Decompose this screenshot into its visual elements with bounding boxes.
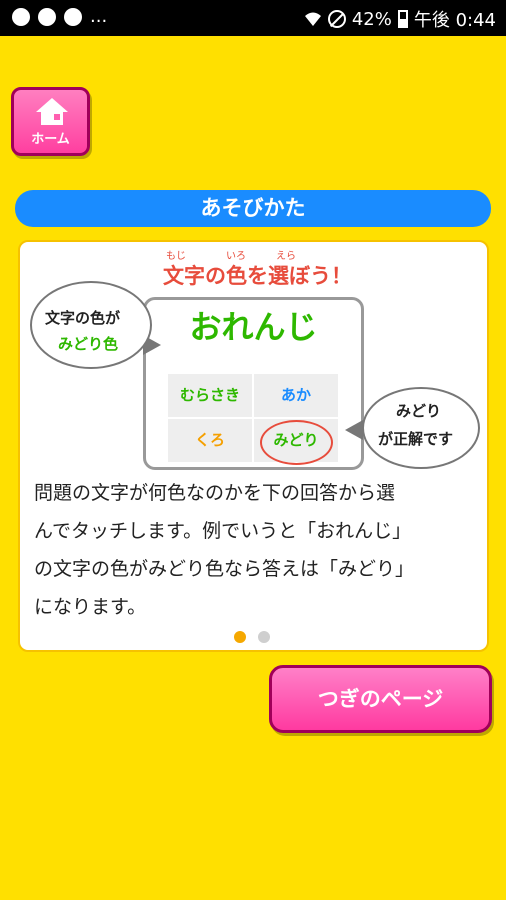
clock: 午後 0:44 xyxy=(413,10,496,31)
house-icon xyxy=(36,98,68,125)
answer-option: くろ xyxy=(168,419,252,462)
instruction-text: 問題の文字が何色なのかを下の回答から選 んでタッチします。例でいうと「おれんじ」… xyxy=(34,470,474,622)
wifi-icon xyxy=(304,12,321,26)
status-bar: ... 42% 午後 0:44 xyxy=(0,0,506,36)
bubble-right-line1: みどり xyxy=(396,402,442,420)
card-heading: 文字の色を選ぼう！ xyxy=(163,264,352,288)
notification-icon xyxy=(12,7,30,26)
example-word: おれんじ xyxy=(189,308,318,346)
battery-percent: 42% xyxy=(351,8,392,30)
page-dot[interactable] xyxy=(258,631,270,643)
instruction-line: んでタッチします。例でいうと「おれんじ」 xyxy=(34,520,412,542)
home-button[interactable]: ホーム xyxy=(11,87,90,156)
bubble-left-line1: 文字の色が xyxy=(45,309,121,327)
bubble-left-line2: みどり色 xyxy=(58,335,119,353)
answer-option: むらさき xyxy=(168,374,252,417)
instruction-line: になります。 xyxy=(34,596,147,618)
page-indicator xyxy=(234,631,270,643)
more-notifications: ... xyxy=(90,6,108,27)
instruction-line: 問題の文字が何色なのかを下の回答から選 xyxy=(34,482,396,504)
sync-icon xyxy=(38,7,56,26)
home-button-label: ホーム xyxy=(31,132,70,147)
bubble-right-line2: が正解です xyxy=(378,430,454,448)
instruction-line: の文字の色がみどり色なら答えは「みどり」 xyxy=(34,558,415,580)
page-title: あそびかた xyxy=(15,190,491,227)
correct-answer-circle xyxy=(260,420,333,465)
app-icon xyxy=(64,7,82,26)
do-not-disturb-icon xyxy=(327,10,346,28)
answer-option: あか xyxy=(254,374,338,417)
page-dot-active[interactable] xyxy=(234,631,246,643)
notification-icons: ... xyxy=(12,6,107,27)
system-icons: 42% 午後 0:44 xyxy=(304,6,496,32)
battery-icon xyxy=(397,10,408,28)
speech-bubble-tail xyxy=(345,420,363,440)
next-page-button[interactable]: つぎのページ xyxy=(269,665,492,733)
